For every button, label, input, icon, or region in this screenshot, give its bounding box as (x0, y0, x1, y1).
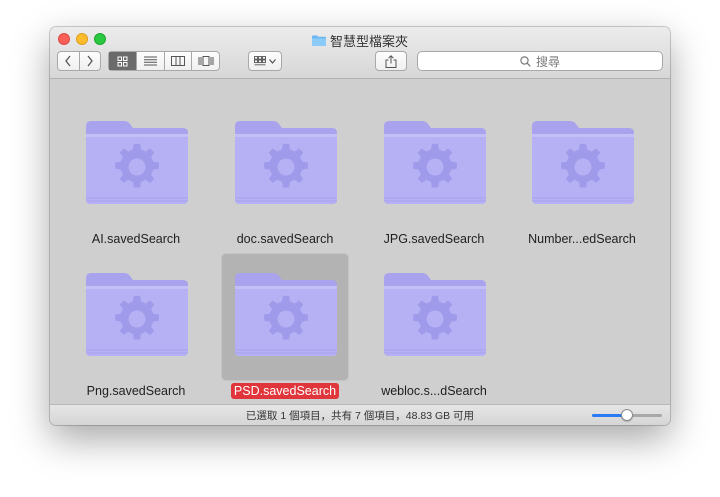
icon-view-button[interactable] (109, 52, 136, 70)
arrange-button[interactable] (248, 51, 282, 71)
smart-folder-icon (530, 120, 636, 208)
file-item[interactable]: doc.savedSearch (221, 101, 349, 251)
titlebar: 智慧型檔案夾 搜尋 (50, 27, 670, 79)
column-view-button[interactable] (163, 52, 192, 70)
icon-size-slider[interactable] (592, 409, 662, 421)
slider-knob[interactable] (621, 409, 633, 421)
file-name: PSD.savedSearch (201, 383, 369, 399)
view-mode-buttons (108, 51, 220, 71)
file-item[interactable]: Png.savedSearch (72, 253, 200, 403)
share-button[interactable] (375, 51, 407, 71)
file-name: Number...edSearch (528, 232, 636, 246)
file-item-selected[interactable]: PSD.savedSearch (221, 253, 349, 403)
search-field[interactable]: 搜尋 (417, 51, 663, 71)
grid-icon (117, 56, 128, 66)
search-placeholder: 搜尋 (535, 54, 560, 69)
list-icon (143, 56, 157, 66)
gallery-view-button[interactable] (191, 52, 219, 70)
file-name: webloc.s...dSearch (381, 384, 487, 398)
file-name: doc.savedSearch (236, 232, 334, 246)
status-text: 已選取 1 個項目，共有 7 個項目，48.83 GB 可用 (245, 410, 475, 422)
smart-folder-icon (382, 120, 488, 208)
file-item[interactable]: webloc.s...dSearch (370, 253, 498, 403)
file-name: AI.savedSearch (91, 232, 181, 246)
list-view-button[interactable] (135, 52, 164, 70)
file-item[interactable]: JPG.savedSearch (370, 101, 498, 251)
smart-folder-icon (382, 272, 488, 360)
chevron-left-icon (65, 55, 71, 67)
gallery-icon (198, 56, 214, 66)
back-button[interactable] (58, 52, 79, 70)
smart-folder-icon (84, 272, 190, 360)
finder-window: 智慧型檔案夾 搜尋 AI.savedSearch doc.savedSearch… (50, 27, 670, 425)
forward-button[interactable] (78, 52, 101, 70)
smart-folder-icon (233, 120, 339, 208)
window-title-text: 智慧型檔案夾 (329, 34, 408, 49)
file-name: Png.savedSearch (86, 384, 186, 398)
smart-folder-icon (84, 120, 190, 208)
columns-icon (170, 56, 185, 66)
arrange-icon (254, 56, 266, 66)
file-item[interactable]: AI.savedSearch (72, 101, 200, 251)
share-icon (385, 54, 397, 68)
icon-view-area[interactable]: AI.savedSearch doc.savedSearch JPG.saved… (50, 79, 670, 404)
folder-icon (311, 35, 326, 46)
status-bar: 已選取 1 個項目，共有 7 個項目，48.83 GB 可用 (50, 404, 670, 425)
magnifier-icon (520, 55, 531, 67)
file-name: JPG.savedSearch (383, 232, 485, 246)
chevron-right-icon (87, 55, 93, 67)
navigation-buttons (57, 51, 101, 71)
smart-folder-icon (233, 272, 339, 360)
window-title: 智慧型檔案夾 (50, 31, 670, 50)
file-item[interactable]: Number...edSearch (518, 101, 646, 251)
chevron-down-icon (269, 58, 276, 64)
